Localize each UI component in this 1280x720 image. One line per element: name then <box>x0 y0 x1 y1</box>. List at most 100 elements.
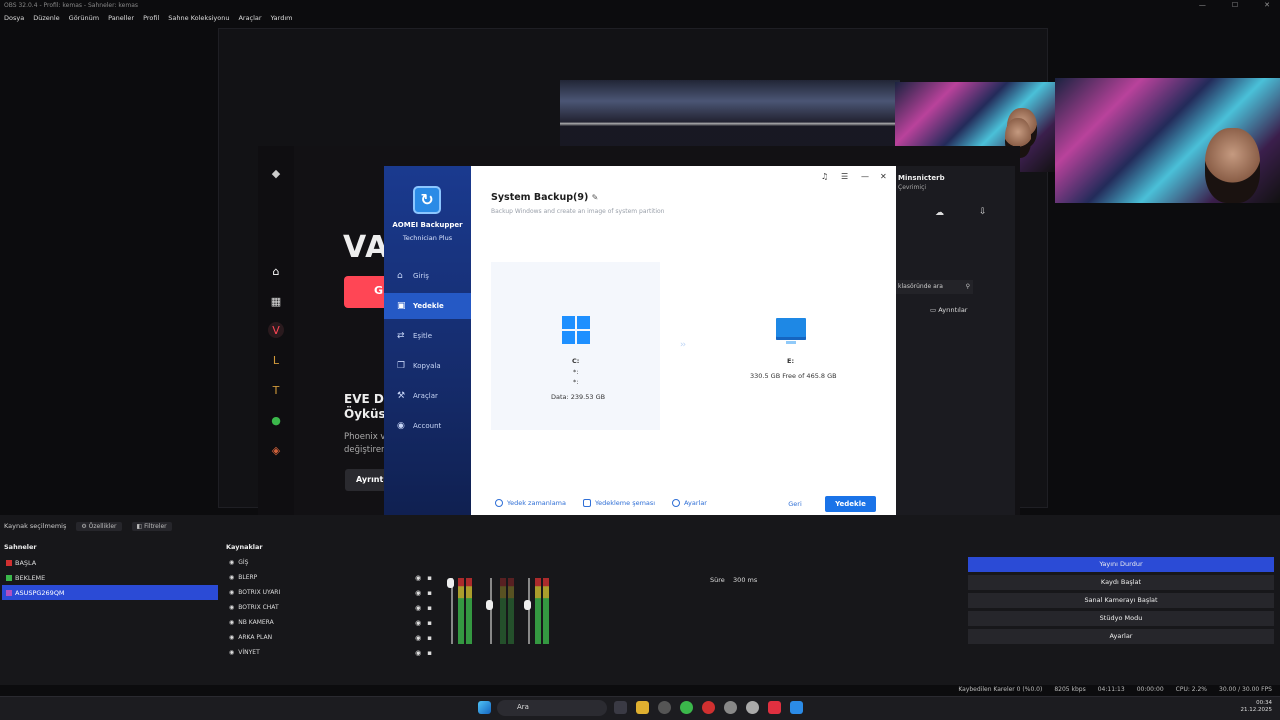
download-icon[interactable]: ⇩ <box>979 207 987 217</box>
riot-icon[interactable] <box>768 701 781 714</box>
source-item[interactable]: ◉ BOTRIX UYARI ◉ ▪ <box>226 585 436 600</box>
lock-icon[interactable]: ▪ <box>427 604 432 612</box>
source-item[interactable]: ◉ GİŞ <box>226 555 436 570</box>
source-item[interactable]: ◉ BLERP ◉ ▪ <box>226 570 436 585</box>
nav-yedekle[interactable]: ▣ Yedekle <box>384 293 471 319</box>
cloud-icon[interactable]: ☁ <box>935 208 944 218</box>
source-item[interactable]: ◉ NB KAMERA ◉ ▪ <box>226 615 436 630</box>
schedule-link[interactable]: Yedek zamanlama <box>495 499 566 507</box>
properties-button[interactable]: ⚙ Özellikler <box>76 521 122 531</box>
eye-icon[interactable]: ◉ <box>415 634 421 642</box>
stop-stream-button[interactable]: Yayını Durdur <box>968 557 1274 572</box>
volume-slider[interactable] <box>490 578 492 644</box>
source-label: NB KAMERA <box>238 619 274 626</box>
explorer-icon[interactable] <box>636 701 649 714</box>
aomei-taskbar-icon[interactable] <box>790 701 803 714</box>
launcher-logo-icon[interactable]: ◆ <box>268 165 284 181</box>
backup-icon: ▣ <box>397 300 406 311</box>
edit-icon[interactable]: ✎ <box>592 193 599 202</box>
duration-input[interactable]: 300 ms <box>733 576 757 584</box>
menu-sahne-koleksiyonu[interactable]: Sahne Koleksiyonu <box>168 14 229 22</box>
lol-icon[interactable]: L <box>268 352 284 368</box>
steam-icon[interactable] <box>724 701 737 714</box>
start-recording-button[interactable]: Kaydı Başlat <box>968 575 1274 590</box>
close-icon[interactable]: ✕ <box>1264 1 1270 9</box>
start-icon[interactable] <box>478 701 491 714</box>
volume-slider[interactable] <box>528 578 530 644</box>
nav-label: Giriş <box>413 272 429 280</box>
volume-knob[interactable] <box>486 600 493 610</box>
source-item[interactable]: ◉ VİNYET ◉ ▪ <box>226 645 436 660</box>
minimize-icon[interactable]: — <box>1199 1 1206 9</box>
eye-icon[interactable]: ◉ <box>415 604 421 612</box>
menu-paneller[interactable]: Paneller <box>108 14 134 22</box>
obs-icon[interactable] <box>658 701 671 714</box>
nav-kopyala[interactable]: ❐ Kopyala <box>384 353 471 379</box>
volume-knob[interactable] <box>524 600 531 610</box>
nav-araclar[interactable]: ⚒ Araçlar <box>384 383 471 409</box>
eye-icon[interactable]: ◉ <box>415 589 421 597</box>
nav-esitle[interactable]: ⇄ Eşitle <box>384 323 471 349</box>
settings-icon[interactable] <box>746 701 759 714</box>
globe-icon: ◉ <box>229 574 235 581</box>
settings-button[interactable]: Ayarlar <box>968 629 1274 644</box>
minimize-icon[interactable]: — <box>861 172 869 181</box>
eye-icon[interactable]: ◉ <box>415 574 421 582</box>
tft-icon[interactable]: T <box>268 382 284 398</box>
eye-icon[interactable]: ◉ <box>415 649 421 657</box>
nav-account[interactable]: ◉ Account <box>384 413 471 439</box>
grid-icon[interactable]: ▦ <box>268 293 284 309</box>
clock-date: 21.12.2025 <box>1240 707 1273 713</box>
duration-label: Süre <box>710 576 725 584</box>
home-icon[interactable]: ⌂ <box>268 263 284 279</box>
lock-icon[interactable]: ▪ <box>427 619 432 627</box>
scene-label: BAŞLA <box>15 558 37 567</box>
maximize-icon[interactable]: ☐ <box>1232 1 1238 9</box>
nav-giris[interactable]: ⌂ Giriş <box>384 263 471 289</box>
app-icon[interactable] <box>702 701 715 714</box>
taskbar-search[interactable]: Ara <box>497 700 607 716</box>
back-button[interactable]: Geri <box>780 497 810 511</box>
scene-item[interactable]: BAŞLA <box>2 555 218 570</box>
lock-icon[interactable]: ▪ <box>427 649 432 657</box>
scene-item[interactable]: BEKLEME <box>2 570 218 585</box>
source-partition-card[interactable] <box>491 262 660 430</box>
details-toggle[interactable]: ▭ Ayrıntılar <box>930 306 968 314</box>
scene-item[interactable]: ASUSPG269QM <box>2 585 218 600</box>
lock-icon[interactable]: ▪ <box>427 634 432 642</box>
audio-meter <box>543 578 549 644</box>
valorant-icon[interactable]: V <box>268 322 284 338</box>
filters-button[interactable]: ◧ Filtreler <box>131 521 172 531</box>
lock-icon[interactable]: ▪ <box>427 574 432 582</box>
scheme-link[interactable]: Yedekleme şeması <box>583 499 655 507</box>
source-item[interactable]: ◉ BOTRIX CHAT ◉ ▪ <box>226 600 436 615</box>
bell-icon[interactable]: ♫ <box>821 172 828 181</box>
studio-mode-button[interactable]: Stüdyo Modu <box>968 611 1274 626</box>
menu-profil[interactable]: Profil <box>143 14 159 22</box>
menu-yardim[interactable]: Yardım <box>271 14 293 22</box>
legends-icon[interactable]: ◈ <box>268 442 284 458</box>
task-name: System Backup(9) <box>491 192 589 203</box>
wildrift-icon[interactable]: ● <box>268 412 284 428</box>
menu-icon[interactable]: ☰ <box>841 172 848 181</box>
taskview-icon[interactable] <box>614 701 627 714</box>
folder-search-placeholder: klasöründe ara <box>898 283 943 290</box>
menu-araclar[interactable]: Araçlar <box>238 14 261 22</box>
eye-icon[interactable]: ◉ <box>415 619 421 627</box>
close-icon[interactable]: ✕ <box>880 172 887 181</box>
start-virtual-camera-button[interactable]: Sanal Kamerayı Başlat <box>968 593 1274 608</box>
details-label: Ayrıntılar <box>938 306 968 314</box>
clock[interactable]: 00:34 21.12.2025 <box>1241 700 1273 714</box>
start-backup-button[interactable]: Yedekle <box>825 496 876 512</box>
menu-gorunum[interactable]: Görünüm <box>69 14 99 22</box>
options-link[interactable]: Ayarlar <box>672 499 707 507</box>
volume-knob[interactable] <box>447 578 454 588</box>
menu-dosya[interactable]: Dosya <box>4 14 24 22</box>
source-item[interactable]: ◉ ARKA PLAN ◉ ▪ <box>226 630 436 645</box>
folder-search-input[interactable]: klasöründe ara ⚲ <box>895 280 973 294</box>
audio-meter <box>508 578 514 644</box>
chrome-icon[interactable] <box>680 701 693 714</box>
lock-icon[interactable]: ▪ <box>427 589 432 597</box>
menu-duzenle[interactable]: Düzenle <box>33 14 59 22</box>
destination-drive-icon[interactable] <box>776 318 806 344</box>
